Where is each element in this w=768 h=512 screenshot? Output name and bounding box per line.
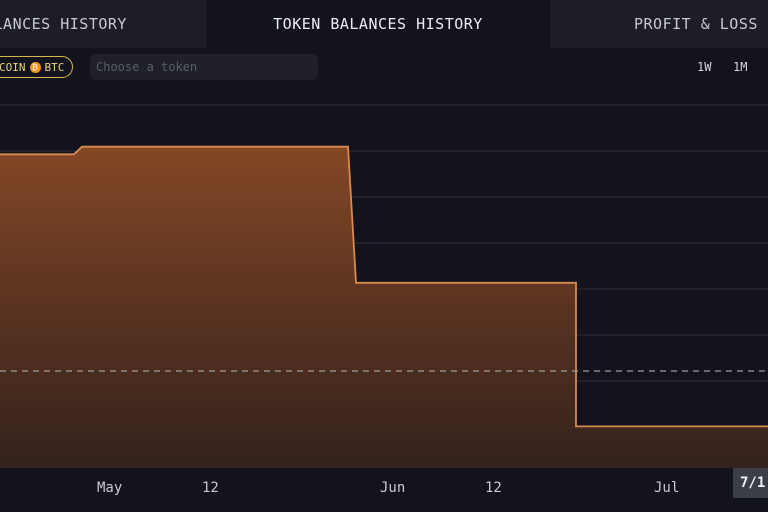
x-tick-label: Jul [654,480,680,496]
tab-profit-loss[interactable]: PROFIT & LOSS [550,0,768,48]
tab-token-balances-history-label: TOKEN BALANCES HISTORY [273,15,483,33]
x-tick-label: 12 [485,480,502,496]
x-tick-label: Jun [380,480,406,496]
balance-area-fill [0,146,768,468]
x-tick-label: May [97,480,123,496]
range-1w-button[interactable]: 1W [697,58,711,76]
tab-bar: ALANCES HISTORY TOKEN BALANCES HISTORY P… [0,0,768,48]
chart-series [0,145,768,468]
range-1m-button[interactable]: 1M [733,58,747,76]
coin-label: COIN [0,60,26,74]
selected-token-chip[interactable]: COIN ₿ BTC [0,56,74,78]
bitcoin-icon: ₿ [29,61,41,73]
tab-profit-loss-label: PROFIT & LOSS [634,15,758,33]
token-search-input[interactable] [90,54,318,80]
btc-label: BTC [44,60,65,74]
token-balances-panel: ALANCES HISTORY TOKEN BALANCES HISTORY P… [0,0,768,512]
tab-token-balances-history[interactable]: TOKEN BALANCES HISTORY [206,0,550,48]
balance-area-chart [0,104,768,468]
tab-balances-history[interactable]: ALANCES HISTORY [0,0,206,48]
x-tick-label: 12 [202,480,219,496]
hover-date-badge: 7/1 [733,468,768,498]
tab-balances-history-label: ALANCES HISTORY [0,15,127,33]
